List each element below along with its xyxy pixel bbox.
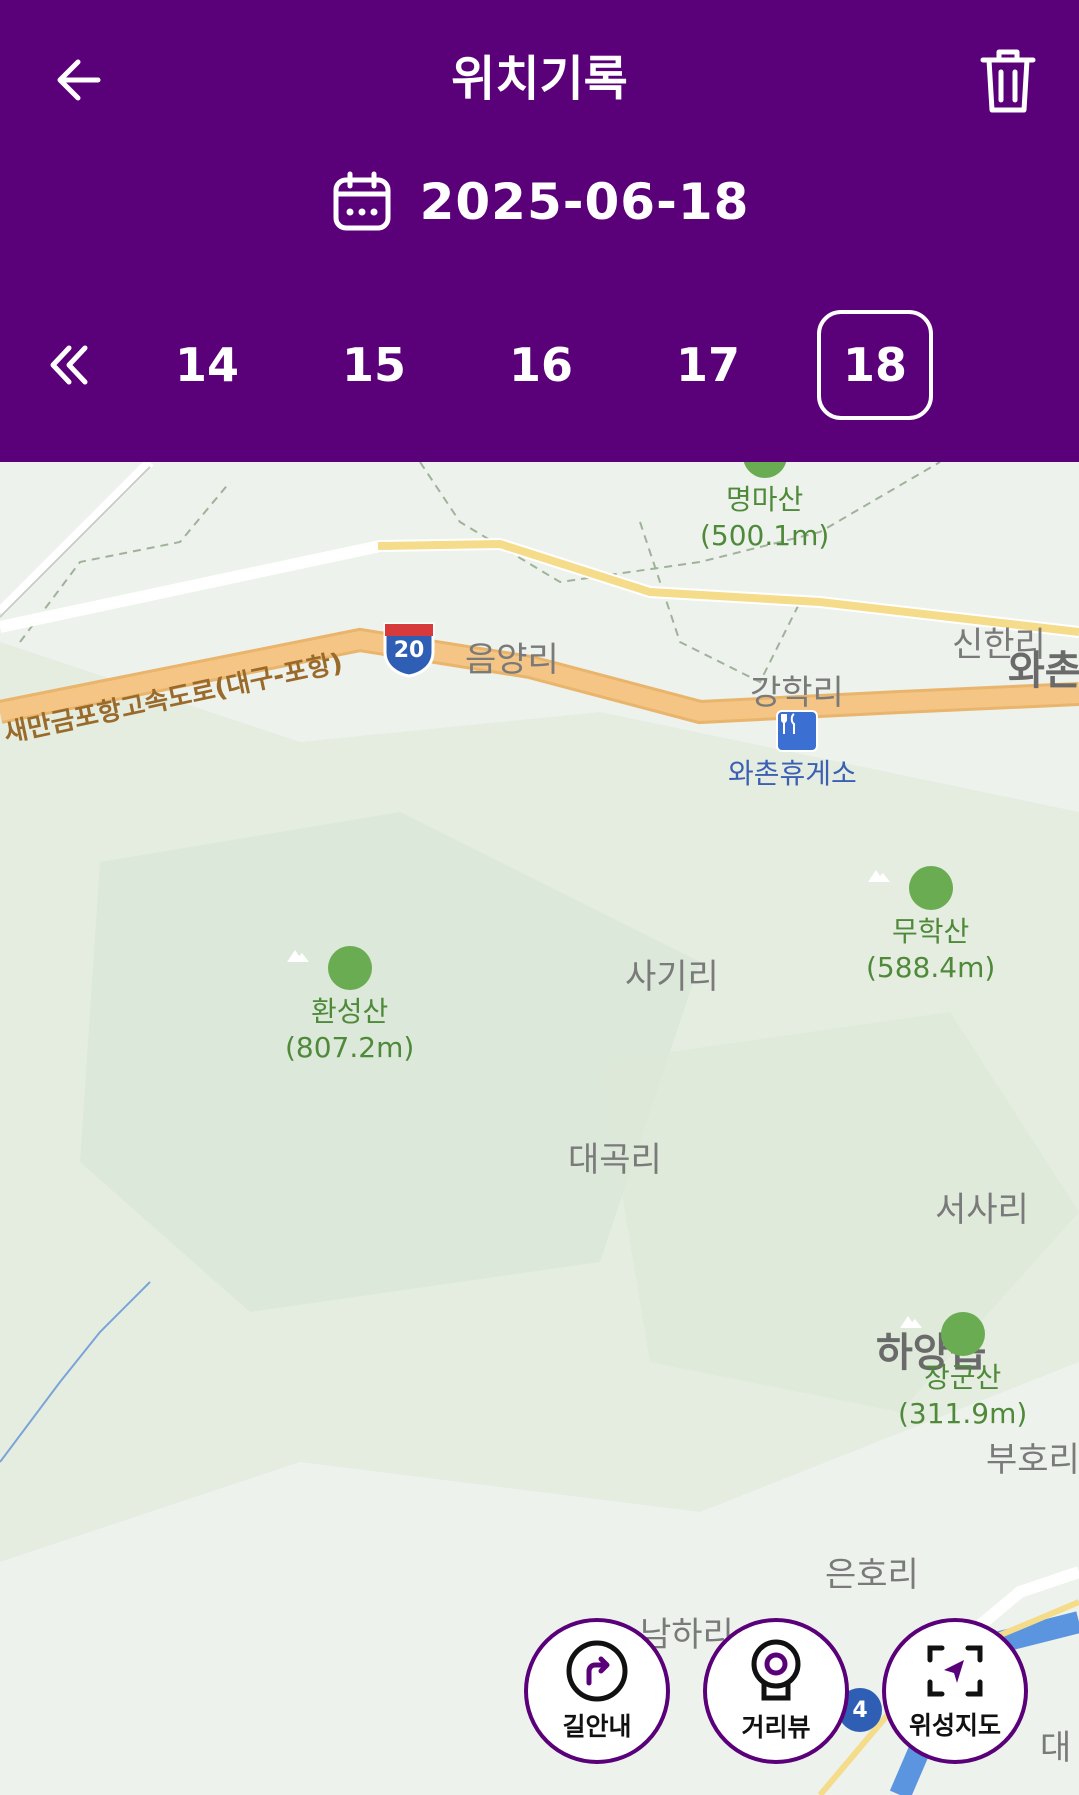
day-tab-15[interactable]: 15: [316, 310, 432, 420]
peak-name: 장군산: [924, 1361, 1002, 1394]
place-label-sagiri: 사기리: [625, 957, 719, 997]
directions-button[interactable]: 길안내: [524, 1618, 670, 1764]
peak-name: 명마산: [726, 483, 804, 516]
satellite-map-label: 위성지도: [908, 1711, 1001, 1740]
peak-height: (807.2m): [285, 1031, 415, 1064]
peak-name: 무학산: [892, 915, 970, 948]
place-label-daegokri: 대곡리: [568, 1140, 662, 1180]
peak-muhaksan[interactable]: 무학산 (588.4m): [866, 866, 995, 986]
mountain-icon: [287, 946, 372, 990]
place-label-eunhori: 은호리: [825, 1555, 919, 1595]
turn-right-icon: [566, 1640, 628, 1702]
directions-label: 길안내: [562, 1712, 632, 1741]
street-view-label: 거리뷰: [741, 1713, 811, 1742]
place-label-edge: 대: [1040, 1728, 1072, 1768]
peak-janggunsan[interactable]: 장군산 (311.9m): [898, 1312, 1027, 1432]
day-tabs: 14 15 16 17 18: [0, 305, 1079, 425]
day-tab-18-selected[interactable]: 18: [817, 310, 933, 420]
previous-week-button[interactable]: [30, 325, 110, 405]
peak-hwanseongsan[interactable]: 환성산 (807.2m): [285, 946, 414, 1066]
selected-date: 2025-06-18: [419, 173, 750, 231]
trash-icon: [980, 49, 1036, 113]
mountain-icon: [900, 1312, 985, 1356]
day-tab-14[interactable]: 14: [149, 310, 265, 420]
street-view-button[interactable]: 거리뷰: [703, 1618, 849, 1764]
peak-height: (588.4m): [866, 951, 996, 984]
peak-height: (500.1m): [700, 519, 830, 552]
place-label-ganghakri: 강학리: [750, 673, 844, 713]
place-label-wachon: 와촌: [1008, 648, 1079, 694]
delete-button[interactable]: [965, 38, 1051, 124]
satellite-map-button[interactable]: 위성지도: [882, 1618, 1028, 1764]
map-view[interactable]: 20 새만금포항고속도로(대구-포항) 음양리 강학리 신한리 와촌 사기리 대…: [0, 462, 1079, 1795]
page-title: 위치기록: [451, 51, 628, 107]
day-tab-17[interactable]: 17: [650, 310, 766, 420]
day-tab-16[interactable]: 16: [483, 310, 599, 420]
place-label-seosari: 서사리: [935, 1190, 1029, 1230]
satellite-focus-icon: [927, 1645, 983, 1697]
rest-area-label: 와촌휴게소: [728, 757, 857, 790]
app-header: 위치기록 2025-06-18 14 15 16 17 18: [0, 0, 1079, 462]
restaurant-icon[interactable]: [776, 710, 818, 752]
highway-number: 20: [393, 638, 425, 663]
peak-myeongmasan[interactable]: 명마산 (500.1m): [700, 462, 829, 554]
double-chevron-left-icon: [50, 345, 88, 385]
highway-route-shield: 20: [381, 620, 437, 678]
mountain-icon: [868, 866, 953, 910]
mountain-icon: [742, 462, 787, 478]
peak-name: 환성산: [311, 995, 389, 1028]
street-view-camera-icon: [751, 1639, 801, 1701]
place-label-buhori: 부호리: [986, 1440, 1079, 1480]
peak-height: (311.9m): [898, 1397, 1028, 1430]
date-selector[interactable]: 2025-06-18: [0, 170, 1079, 234]
place-label-eumyangri: 음양리: [465, 640, 559, 680]
calendar-icon: [333, 171, 391, 231]
highway-marker-number: 4: [852, 1697, 868, 1723]
